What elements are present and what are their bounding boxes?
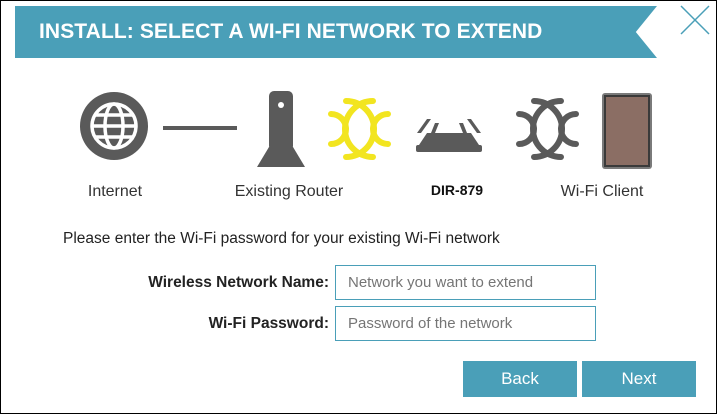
password-label: Wi-Fi Password: (208, 315, 329, 332)
globe-icon (80, 92, 148, 160)
network-name-input[interactable] (335, 265, 596, 300)
existing-router-label: Existing Router (234, 183, 344, 200)
extender-icon (416, 119, 482, 152)
wifi-client-label: Wi-Fi Client (560, 183, 644, 200)
device-model-label: DIR-879 (430, 182, 484, 198)
wifi-waves-icon (516, 98, 579, 160)
title-bar: INSTALL: SELECT A WI-FI NETWORK TO EXTEN… (15, 6, 657, 58)
router-icon (257, 91, 305, 167)
internet-label: Internet (87, 183, 143, 200)
network-diagram (80, 91, 652, 169)
password-input[interactable] (335, 306, 596, 341)
network-name-label: Wireless Network Name: (148, 274, 329, 291)
back-button[interactable]: Back (463, 361, 577, 397)
wifi-waves-icon (328, 98, 391, 160)
instruction-text: Please enter the Wi-Fi password for your… (63, 230, 500, 247)
close-icon[interactable] (677, 4, 713, 38)
dialog-title: INSTALL: SELECT A WI-FI NETWORK TO EXTEN… (39, 20, 543, 43)
next-button[interactable]: Next (582, 361, 696, 397)
tablet-icon (602, 93, 652, 169)
install-dialog: INSTALL: SELECT A WI-FI NETWORK TO EXTEN… (0, 0, 717, 414)
